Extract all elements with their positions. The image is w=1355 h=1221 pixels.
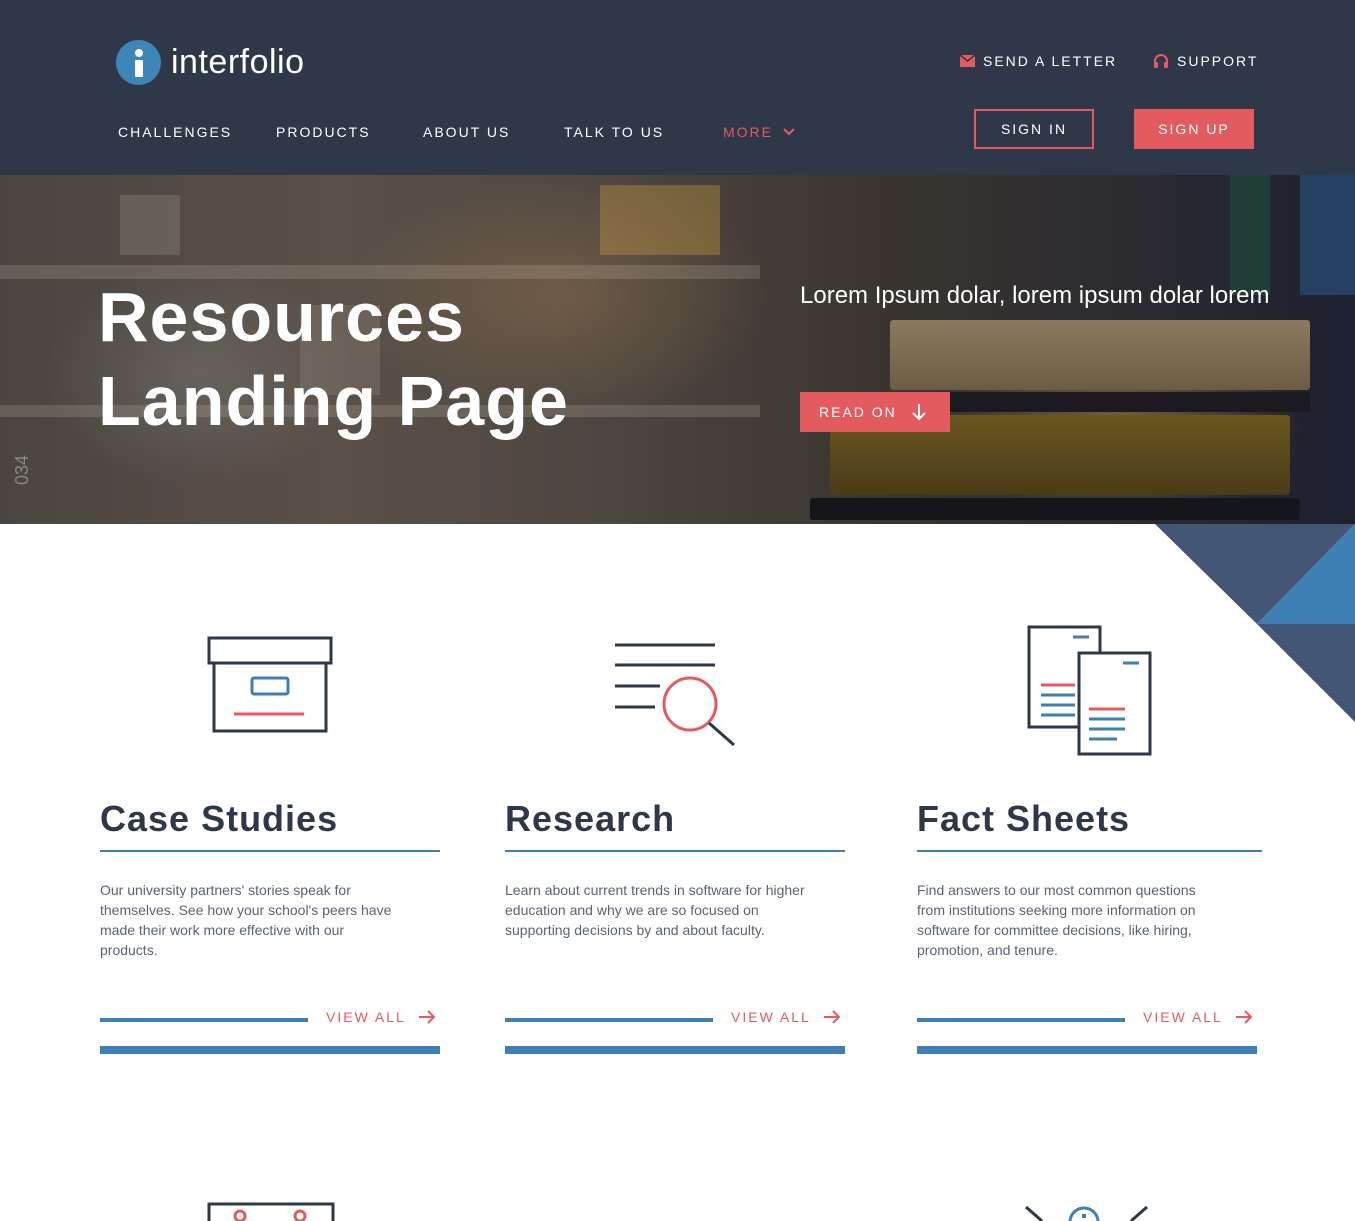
hero-title: Resources Landing Page	[98, 275, 569, 443]
card-bar-short	[100, 1018, 308, 1022]
card-description: Our university partners' stories speak f…	[100, 882, 392, 958]
card-title: Research	[505, 798, 676, 839]
view-all-link[interactable]: VIEW ALL	[731, 1009, 841, 1025]
card-bar-short	[505, 1018, 713, 1022]
site-header: interfolio SEND A LETTER SUPPORT CHALLEN…	[0, 0, 1355, 175]
view-all-label: VIEW ALL	[326, 1009, 406, 1025]
hero-subtitle: Lorem Ipsum dolar, lorem ipsum dolar lor…	[800, 282, 1270, 309]
card-description: Find answers to our most common question…	[917, 882, 1196, 958]
card-divider	[505, 850, 845, 852]
card-title: Fact Sheets	[917, 798, 1131, 839]
card-bar-long	[100, 1046, 440, 1054]
hero-title-line1: Resources	[98, 278, 465, 356]
nav-about-us[interactable]: ABOUT US	[423, 124, 510, 140]
calendar-icon	[207, 1202, 335, 1221]
card-bar-long	[505, 1046, 845, 1054]
person-network-icon	[1024, 1205, 1149, 1221]
support-link[interactable]: SUPPORT	[1153, 53, 1258, 69]
logo-mark-icon	[116, 40, 161, 85]
read-on-label: READ ON	[819, 404, 897, 420]
headset-icon	[1153, 53, 1169, 69]
read-on-button[interactable]: READ ON	[800, 392, 950, 432]
nav-products[interactable]: PRODUCTS	[276, 124, 371, 140]
send-letter-link[interactable]: SEND A LETTER	[960, 53, 1117, 69]
archive-box-icon	[207, 636, 333, 739]
nav-talk-to-us[interactable]: TALK TO US	[564, 124, 664, 140]
envelope-icon	[960, 55, 975, 67]
view-all-label: VIEW ALL	[731, 1009, 811, 1025]
nav-more[interactable]: MORE	[723, 124, 795, 140]
documents-icon	[1027, 625, 1153, 762]
card-divider	[100, 850, 440, 852]
card-divider	[917, 850, 1262, 852]
card-description: Learn about current trends in software f…	[505, 882, 805, 938]
send-letter-label: SEND A LETTER	[983, 53, 1118, 69]
nav-challenges[interactable]: CHALLENGES	[118, 124, 232, 140]
chevron-down-icon	[783, 128, 795, 136]
arrow-right-icon	[1235, 1009, 1253, 1025]
view-all-label: VIEW ALL	[1143, 1009, 1223, 1025]
text-magnifier-icon	[613, 642, 738, 753]
card-bar-short	[917, 1018, 1125, 1022]
sign-in-button[interactable]: SIGN IN	[974, 109, 1094, 149]
arrow-right-icon	[418, 1009, 436, 1025]
card-title: Case Studies	[100, 798, 339, 839]
view-all-link[interactable]: VIEW ALL	[1143, 1009, 1253, 1025]
support-label: SUPPORT	[1177, 53, 1259, 69]
logo[interactable]: interfolio	[116, 40, 305, 85]
side-number: 034	[12, 454, 32, 485]
hero-banner: Resources Landing Page Lorem Ipsum dolar…	[0, 175, 1355, 524]
hero-title-line2: Landing Page	[98, 362, 569, 440]
arrow-down-icon	[911, 403, 927, 421]
logo-text: interfolio	[171, 43, 305, 81]
card-bar-long	[917, 1046, 1257, 1054]
view-all-link[interactable]: VIEW ALL	[326, 1009, 436, 1025]
sign-up-button[interactable]: SIGN UP	[1134, 109, 1254, 149]
nav-more-label: MORE	[723, 124, 773, 140]
arrow-right-icon	[823, 1009, 841, 1025]
